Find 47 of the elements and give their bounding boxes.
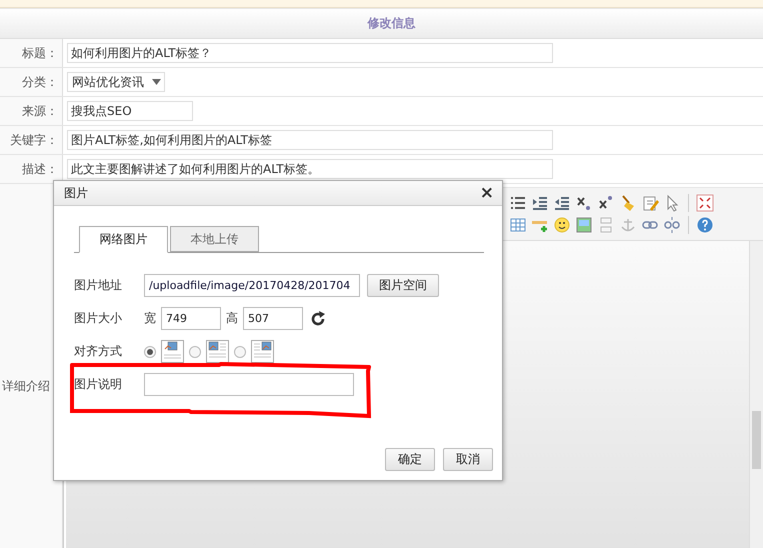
- field-label: 关键字：: [0, 126, 63, 154]
- dialog-button[interactable]: 确定: [385, 448, 435, 471]
- caret-down-icon: [152, 79, 161, 85]
- dialog-button[interactable]: 取消: [443, 448, 493, 471]
- section-title: 修改信息: [368, 15, 416, 32]
- tab[interactable]: 本地上传: [170, 226, 259, 252]
- fullscreen-icon[interactable]: [696, 194, 714, 212]
- field-label: 图片大小: [74, 310, 123, 327]
- field-label: 标题：: [0, 39, 63, 67]
- input-field[interactable]: 此文主要图解讲述了如何利用图片的ALT标签。: [67, 159, 553, 179]
- field-label: 来源：: [0, 97, 63, 125]
- field-label: 图片说明: [74, 376, 123, 393]
- category-select[interactable]: 网站优化资讯: [67, 72, 165, 92]
- table-icon[interactable]: [509, 216, 527, 234]
- input-field[interactable]: 图片ALT标签,如何利用图片的ALT标签: [67, 130, 553, 150]
- tab[interactable]: 网络图片: [79, 226, 168, 253]
- field-label: 图片地址: [74, 277, 123, 294]
- radio-button[interactable]: [234, 346, 246, 358]
- smiley-icon[interactable]: [553, 216, 571, 234]
- field-label: 对齐方式: [74, 343, 123, 360]
- unlink-icon[interactable]: [663, 216, 681, 234]
- indent-icon[interactable]: [531, 194, 549, 212]
- dialog-title: 图片: [64, 184, 88, 202]
- input-field[interactable]: 如何利用图片的ALT标签？: [67, 43, 553, 63]
- refresh-icon[interactable]: [310, 310, 326, 326]
- image-align-icon: [206, 340, 229, 363]
- height-field[interactable]: 507: [243, 307, 303, 330]
- image-align-icon: [251, 340, 274, 363]
- help-icon[interactable]: [696, 216, 714, 234]
- close-button[interactable]: ×: [480, 184, 494, 202]
- field-label: 分类：: [0, 68, 63, 96]
- document-edit-icon[interactable]: [641, 194, 659, 212]
- field-label: 详细介绍: [2, 378, 50, 394]
- image-align-icon: [161, 340, 184, 363]
- scrollbar[interactable]: [749, 241, 763, 548]
- list-icon[interactable]: [509, 194, 527, 212]
- input-field[interactable]: 搜我点SEO: [67, 101, 193, 121]
- width-field[interactable]: 749: [161, 307, 221, 330]
- image-space-button[interactable]: 图片空间: [367, 274, 439, 297]
- height-label: 高: [226, 310, 238, 327]
- outdent-icon[interactable]: [553, 194, 571, 212]
- caption-field[interactable]: [144, 373, 354, 396]
- width-label: 宽: [144, 310, 156, 327]
- field-label: 描述：: [0, 155, 63, 183]
- radio-button[interactable]: [189, 346, 201, 358]
- radio-button[interactable]: [144, 346, 156, 358]
- url-field[interactable]: /uploadfile/image/20170428/201704: [144, 274, 360, 297]
